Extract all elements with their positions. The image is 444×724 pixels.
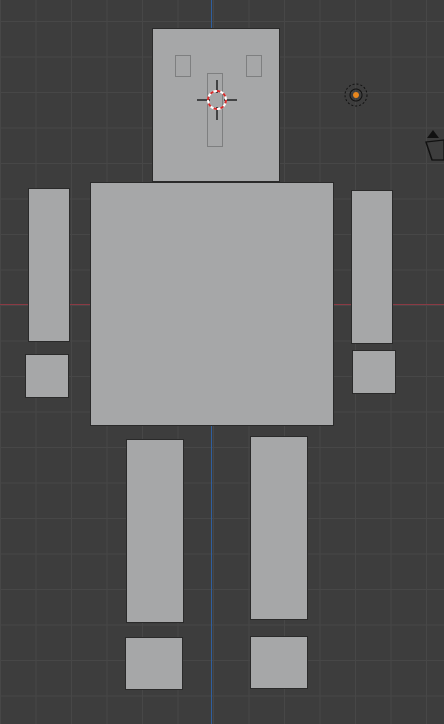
right-foot-mesh[interactable]: [251, 637, 307, 688]
right-leg-mesh[interactable]: [251, 437, 307, 619]
right-arm-mesh[interactable]: [352, 191, 392, 343]
left-arm-mesh[interactable]: [29, 189, 69, 341]
3d-cursor-icon[interactable]: [197, 80, 237, 120]
torso-mesh[interactable]: [91, 183, 333, 425]
eye-right-detail: [246, 55, 262, 77]
left-hand-mesh[interactable]: [26, 355, 68, 397]
left-leg-mesh[interactable]: [127, 440, 183, 622]
3d-viewport[interactable]: [0, 0, 444, 724]
lamp-icon[interactable]: [343, 82, 369, 108]
left-foot-mesh[interactable]: [126, 638, 182, 689]
right-hand-mesh[interactable]: [353, 351, 395, 393]
camera-icon[interactable]: [424, 128, 444, 162]
eye-left-detail: [175, 55, 191, 77]
